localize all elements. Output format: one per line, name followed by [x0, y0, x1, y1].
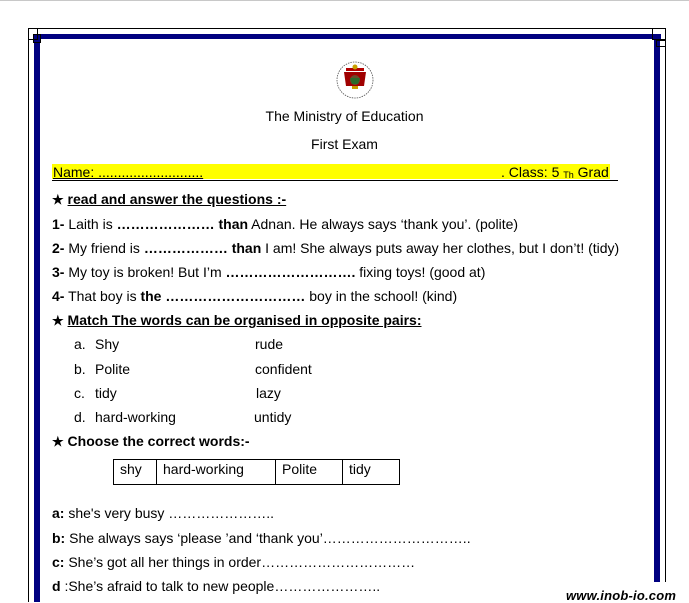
match-right-word: rude [255, 336, 284, 352]
question-text: fixing toys! (good at) [355, 264, 486, 280]
question-item: 4- That boy is the ………………………… boy in the… [52, 288, 457, 304]
match-right-word: lazy [256, 385, 281, 401]
question-number: 2- [52, 240, 65, 256]
match-left-word: Polite [95, 361, 131, 377]
name-class-bar: Name: ........................... . Clas… [52, 164, 618, 181]
star-icon: ★ [52, 434, 64, 449]
word-bank-cell: tidy [342, 459, 400, 485]
star-icon: ★ [52, 192, 64, 207]
border-top [33, 34, 661, 39]
question-bold: than [227, 240, 262, 256]
answer-blank[interactable]: ………………… [117, 216, 215, 232]
border-left-thin [28, 40, 29, 602]
section3-title: Choose the correct words:- [67, 433, 250, 449]
match-letter: a. [74, 336, 86, 352]
class-sup: Th [563, 170, 574, 180]
question-bold: the [140, 288, 162, 304]
question-text: Adnan. He always says ‘thank you’. (poli… [248, 216, 519, 232]
question-item: 1- Laith is ………………… than Adnan. He alway… [52, 216, 518, 232]
match-left-word: hard-working [95, 409, 176, 425]
answer-blank[interactable]: ……………… [144, 240, 228, 256]
item-label: b: [52, 530, 66, 546]
name-field[interactable]: Name: ........................... [53, 164, 203, 180]
word-bank-cell: hard-working [156, 459, 276, 485]
item-label: d [52, 578, 61, 594]
item-label: a: [52, 505, 65, 521]
class-label: . Class: 5 Th Grad [501, 164, 609, 183]
match-left-word: tidy [95, 385, 117, 401]
question-text: Laith is [64, 216, 117, 232]
exam-title: First Exam [311, 136, 378, 152]
class-text: . Class: 5 [501, 164, 564, 180]
corner-ornament-right [652, 28, 666, 40]
word-bank-cell: shy [113, 459, 157, 485]
top-edge-line [0, 0, 689, 1]
section2-heading: ★ Match The words can be organised in op… [52, 312, 422, 329]
question-number: 1- [52, 216, 65, 232]
item-text: She always says ‘please ’and ‘thank you’… [65, 530, 471, 546]
section3-heading: ★ Choose the correct words:- [52, 433, 250, 450]
section1-title: read and answer the questions :- [67, 191, 287, 207]
match-right-word: untidy [254, 409, 292, 425]
question-text: My friend is [64, 240, 144, 256]
match-right-word: confident [255, 361, 312, 377]
match-letter: b. [74, 361, 86, 377]
question-text: boy in the school! (kind) [305, 288, 458, 304]
class-suffix: Grad [573, 164, 609, 180]
item-label: c: [52, 554, 65, 570]
question-text: I am! She always puts away her clothes, … [261, 240, 620, 256]
match-left-word: Shy [95, 336, 120, 352]
match-letter: c. [74, 385, 85, 401]
question-text: My toy is broken! But I’m [64, 264, 226, 280]
answer-blank[interactable]: ………………………. [226, 264, 356, 280]
question-number: 4- [52, 288, 65, 304]
item-text: She’s got all her things in order…………………… [64, 554, 416, 570]
question-text: That boy is [64, 288, 141, 304]
item-text: she's very busy ………………….. [64, 505, 275, 521]
corner-ornament-right-inner [656, 40, 666, 47]
word-bank-table: shy hard-working Polite tidy [113, 459, 400, 485]
choose-item: c: She’s got all her things in order…………… [52, 554, 415, 570]
match-letter: d. [74, 409, 86, 425]
ministry-title: The Ministry of Education [265, 108, 424, 124]
question-item: 2- My friend is ……………… than I am! She al… [52, 240, 619, 256]
choose-item: b: She always says ‘please ’and ‘thank y… [52, 530, 471, 546]
question-item: 3- My toy is broken! But I’m ………………………. … [52, 264, 485, 280]
question-bold: than [214, 216, 249, 232]
section1-heading: ★ read and answer the questions :- [52, 191, 286, 208]
corner-ornament-left-inner [33, 34, 41, 43]
choose-item: a: she's very busy ………………….. [52, 505, 274, 521]
word-bank-cell: Polite [275, 459, 343, 485]
watermark-link[interactable]: www.inob-io.com [566, 588, 676, 603]
item-text: :She’s afraid to talk to new people……………… [60, 578, 381, 594]
ministry-emblem-icon [314, 60, 376, 102]
choose-item: d :She’s afraid to talk to new people………… [52, 578, 380, 594]
star-icon: ★ [52, 313, 64, 328]
answer-blank[interactable]: ………………………… [165, 288, 305, 304]
question-number: 3- [52, 264, 65, 280]
section2-title: Match The words can be organised in oppo… [67, 312, 422, 328]
border-top-thin [34, 28, 661, 29]
